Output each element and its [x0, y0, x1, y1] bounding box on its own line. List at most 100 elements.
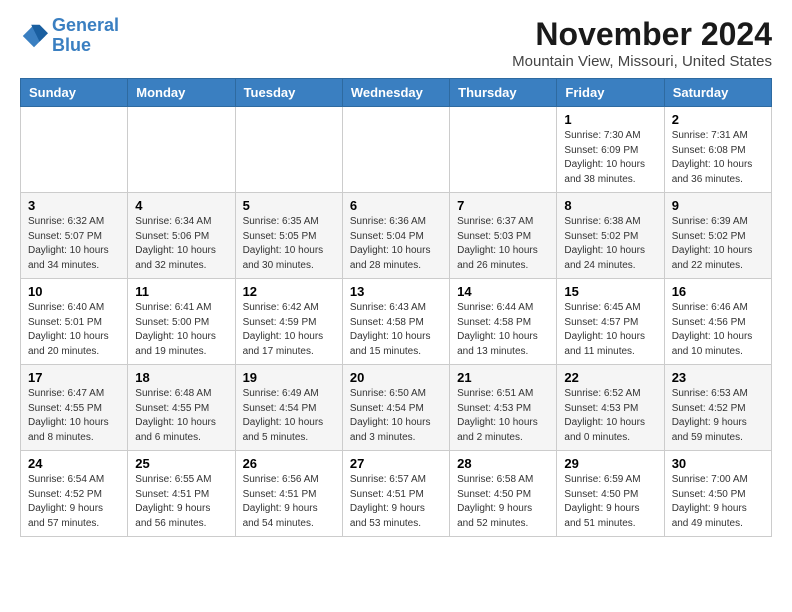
- week-row-2: 10 Sunrise: 6:40 AM Sunset: 5:01 PM Dayli…: [21, 279, 772, 365]
- calendar-cell: 21 Sunrise: 6:51 AM Sunset: 4:53 PM Dayli…: [450, 365, 557, 451]
- day-info: Sunrise: 6:34 AM Sunset: 5:06 PM Dayligh…: [135, 215, 227, 273]
- calendar-cell: 18Sunrise: 6:48 AM Sunset: 4:55 PM Dayli…: [128, 365, 235, 451]
- header-thursday: Thursday: [450, 79, 557, 107]
- header-tuesday: Tuesday: [235, 79, 342, 107]
- day-number: 7: [457, 198, 549, 213]
- day-number: 10: [28, 284, 120, 299]
- calendar-cell: 1Sunrise: 7:30 AM Sunset: 6:09 PM Daylig…: [557, 107, 664, 193]
- calendar-cell: 8 Sunrise: 6:38 AM Sunset: 5:02 PM Daylig…: [557, 193, 664, 279]
- calendar-cell: 30 Sunrise: 7:00 AM Sunset: 4:50 PM Dayli…: [664, 451, 771, 537]
- day-info: Sunrise: 6:41 AM Sunset: 5:00 PM Dayligh…: [135, 301, 227, 359]
- logo-text-line1: General: [52, 16, 119, 36]
- day-info: Sunrise: 6:50 AM Sunset: 4:54 PM Dayligh…: [350, 387, 442, 445]
- week-row-3: 17Sunrise: 6:47 AM Sunset: 4:55 PM Dayli…: [21, 365, 772, 451]
- day-info: Sunrise: 6:47 AM Sunset: 4:55 PM Dayligh…: [28, 387, 120, 445]
- day-number: 5: [243, 198, 335, 213]
- calendar-header-row: SundayMondayTuesdayWednesdayThursdayFrid…: [21, 79, 772, 107]
- calendar-cell: 3 Sunrise: 6:32 AM Sunset: 5:07 PM Daylig…: [21, 193, 128, 279]
- calendar-cell: 24Sunrise: 6:54 AM Sunset: 4:52 PM Dayli…: [21, 451, 128, 537]
- calendar-cell: 13Sunrise: 6:43 AM Sunset: 4:58 PM Dayli…: [342, 279, 449, 365]
- calendar-cell: [21, 107, 128, 193]
- calendar-cell: 4 Sunrise: 6:34 AM Sunset: 5:06 PM Daylig…: [128, 193, 235, 279]
- calendar-cell: [128, 107, 235, 193]
- calendar-cell: [342, 107, 449, 193]
- calendar-cell: 19Sunrise: 6:49 AM Sunset: 4:54 PM Dayli…: [235, 365, 342, 451]
- day-info: Sunrise: 6:56 AM Sunset: 4:51 PM Dayligh…: [243, 473, 335, 531]
- logo: General Blue: [20, 16, 119, 56]
- calendar-cell: 10 Sunrise: 6:40 AM Sunset: 5:01 PM Dayli…: [21, 279, 128, 365]
- day-info: Sunrise: 6:42 AM Sunset: 4:59 PM Dayligh…: [243, 301, 335, 359]
- title-area: November 2024 Mountain View, Missouri, U…: [512, 16, 772, 70]
- page-header: General Blue November 2024 Mountain View…: [20, 16, 772, 70]
- day-info: Sunrise: 6:53 AM Sunset: 4:52 PM Dayligh…: [672, 387, 764, 445]
- day-number: 27: [350, 456, 442, 471]
- calendar-cell: 29 Sunrise: 6:59 AM Sunset: 4:50 PM Dayli…: [557, 451, 664, 537]
- day-info: Sunrise: 6:44 AM Sunset: 4:58 PM Dayligh…: [457, 301, 549, 359]
- calendar-cell: 20 Sunrise: 6:50 AM Sunset: 4:54 PM Dayli…: [342, 365, 449, 451]
- day-info: Sunrise: 6:51 AM Sunset: 4:53 PM Dayligh…: [457, 387, 549, 445]
- day-number: 12: [243, 284, 335, 299]
- day-number: 24: [28, 456, 120, 471]
- day-number: 20: [350, 370, 442, 385]
- calendar-cell: 17Sunrise: 6:47 AM Sunset: 4:55 PM Dayli…: [21, 365, 128, 451]
- calendar-cell: 15 Sunrise: 6:45 AM Sunset: 4:57 PM Dayli…: [557, 279, 664, 365]
- header-friday: Friday: [557, 79, 664, 107]
- calendar-cell: 26 Sunrise: 6:56 AM Sunset: 4:51 PM Dayli…: [235, 451, 342, 537]
- day-info: Sunrise: 6:32 AM Sunset: 5:07 PM Dayligh…: [28, 215, 120, 273]
- calendar-cell: 16 Sunrise: 6:46 AM Sunset: 4:56 PM Dayli…: [664, 279, 771, 365]
- logo-text-line2: Blue: [52, 36, 119, 56]
- day-number: 21: [457, 370, 549, 385]
- day-number: 23: [672, 370, 764, 385]
- day-info: Sunrise: 6:59 AM Sunset: 4:50 PM Dayligh…: [564, 473, 656, 531]
- header-wednesday: Wednesday: [342, 79, 449, 107]
- day-info: Sunrise: 6:57 AM Sunset: 4:51 PM Dayligh…: [350, 473, 442, 531]
- day-info: Sunrise: 6:58 AM Sunset: 4:50 PM Dayligh…: [457, 473, 549, 531]
- day-number: 18: [135, 370, 227, 385]
- day-number: 26: [243, 456, 335, 471]
- week-row-4: 24Sunrise: 6:54 AM Sunset: 4:52 PM Dayli…: [21, 451, 772, 537]
- day-info: Sunrise: 6:45 AM Sunset: 4:57 PM Dayligh…: [564, 301, 656, 359]
- day-info: Sunrise: 6:37 AM Sunset: 5:03 PM Dayligh…: [457, 215, 549, 273]
- day-number: 30: [672, 456, 764, 471]
- day-info: Sunrise: 6:49 AM Sunset: 4:54 PM Dayligh…: [243, 387, 335, 445]
- calendar-cell: 25Sunrise: 6:55 AM Sunset: 4:51 PM Dayli…: [128, 451, 235, 537]
- calendar-cell: 23 Sunrise: 6:53 AM Sunset: 4:52 PM Dayli…: [664, 365, 771, 451]
- calendar-cell: 12 Sunrise: 6:42 AM Sunset: 4:59 PM Dayli…: [235, 279, 342, 365]
- calendar-cell: 6 Sunrise: 6:36 AM Sunset: 5:04 PM Daylig…: [342, 193, 449, 279]
- day-info: Sunrise: 7:31 AM Sunset: 6:08 PM Dayligh…: [672, 129, 764, 187]
- day-info: Sunrise: 6:52 AM Sunset: 4:53 PM Dayligh…: [564, 387, 656, 445]
- day-number: 9: [672, 198, 764, 213]
- day-info: Sunrise: 6:46 AM Sunset: 4:56 PM Dayligh…: [672, 301, 764, 359]
- day-info: Sunrise: 6:38 AM Sunset: 5:02 PM Dayligh…: [564, 215, 656, 273]
- calendar-cell: 14 Sunrise: 6:44 AM Sunset: 4:58 PM Dayli…: [450, 279, 557, 365]
- calendar-cell: 22 Sunrise: 6:52 AM Sunset: 4:53 PM Dayli…: [557, 365, 664, 451]
- day-number: 28: [457, 456, 549, 471]
- day-info: Sunrise: 7:00 AM Sunset: 4:50 PM Dayligh…: [672, 473, 764, 531]
- day-info: Sunrise: 6:55 AM Sunset: 4:51 PM Dayligh…: [135, 473, 227, 531]
- day-info: Sunrise: 6:36 AM Sunset: 5:04 PM Dayligh…: [350, 215, 442, 273]
- day-number: 22: [564, 370, 656, 385]
- header-sunday: Sunday: [21, 79, 128, 107]
- day-number: 2: [672, 112, 764, 127]
- calendar-cell: [235, 107, 342, 193]
- logo-icon: [20, 22, 48, 50]
- day-number: 8: [564, 198, 656, 213]
- calendar-cell: 11 Sunrise: 6:41 AM Sunset: 5:00 PM Dayli…: [128, 279, 235, 365]
- month-title: November 2024: [512, 16, 772, 53]
- day-info: Sunrise: 6:39 AM Sunset: 5:02 PM Dayligh…: [672, 215, 764, 273]
- week-row-0: 1Sunrise: 7:30 AM Sunset: 6:09 PM Daylig…: [21, 107, 772, 193]
- day-info: Sunrise: 6:43 AM Sunset: 4:58 PM Dayligh…: [350, 301, 442, 359]
- day-number: 15: [564, 284, 656, 299]
- day-info: Sunrise: 6:40 AM Sunset: 5:01 PM Dayligh…: [28, 301, 120, 359]
- day-number: 4: [135, 198, 227, 213]
- day-number: 3: [28, 198, 120, 213]
- day-number: 16: [672, 284, 764, 299]
- calendar-cell: 7 Sunrise: 6:37 AM Sunset: 5:03 PM Daylig…: [450, 193, 557, 279]
- calendar-cell: 27 Sunrise: 6:57 AM Sunset: 4:51 PM Dayli…: [342, 451, 449, 537]
- day-number: 11: [135, 284, 227, 299]
- day-number: 6: [350, 198, 442, 213]
- day-number: 14: [457, 284, 549, 299]
- day-number: 29: [564, 456, 656, 471]
- calendar-cell: 5Sunrise: 6:35 AM Sunset: 5:05 PM Daylig…: [235, 193, 342, 279]
- calendar-cell: 2 Sunrise: 7:31 AM Sunset: 6:08 PM Daylig…: [664, 107, 771, 193]
